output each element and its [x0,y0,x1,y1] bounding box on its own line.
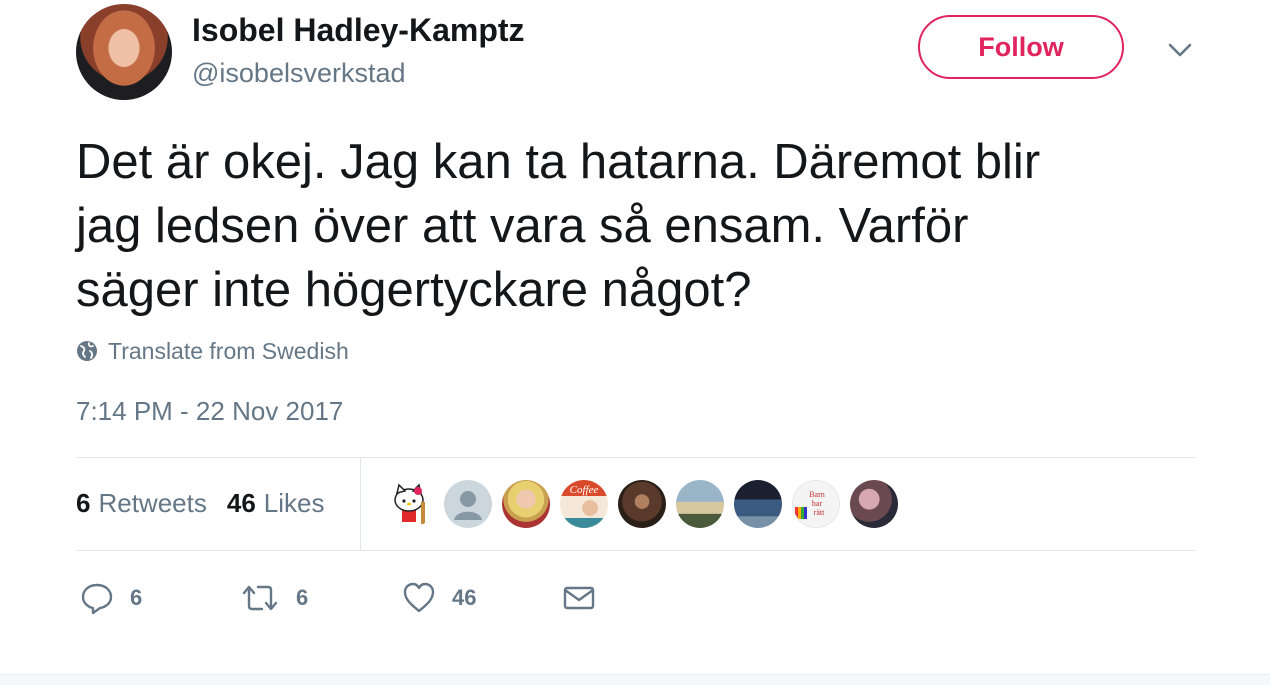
heart-icon [403,582,435,613]
barn-har-ratt-avatar[interactable]: Barn har rätt [792,480,840,528]
tweet-text-line: Det är okej. Jag kan ta hatarna. Däremot… [76,135,1041,189]
retweets-count: 6 [76,487,91,518]
translate-label[interactable]: Translate from Swedish [108,338,349,365]
display-name[interactable]: Isobel Hadley-Kamptz [192,12,525,49]
retweet-icon [242,585,278,611]
user-handle[interactable]: @isobelsverkstad [192,58,406,89]
reply-icon [81,583,113,615]
bearded-man-avatar[interactable] [618,480,666,528]
globe-icon [77,341,97,361]
svg-text:Coffee: Coffee [570,484,599,496]
likes-count: 46 [226,487,256,518]
retweets-label: Retweets [98,487,207,518]
stats-divider [360,458,361,550]
hello-kitty-avatar[interactable] [386,480,434,528]
stats-bar: 6 Retweets 46 Likes [76,486,324,520]
coffee-avatar[interactable]: Coffee [560,480,608,528]
blossom-avatar[interactable] [850,480,898,528]
divider [76,550,1196,551]
tweet-text-line: säger inte högertyckare något? [76,263,752,317]
like-count: 46 [452,585,477,610]
like-button[interactable]: 46 [402,578,476,618]
svg-text:rätt: rätt [814,508,825,517]
divider [76,457,1196,458]
retweets-stat[interactable]: 6 Retweets [76,488,207,519]
default-avatar[interactable] [444,480,492,528]
envelope-icon [563,586,595,610]
follow-button[interactable]: Follow [918,15,1124,79]
direct-message-button[interactable] [562,578,596,618]
bottom-bar [0,674,1270,685]
svg-text:Barn: Barn [809,490,825,499]
retweet-button[interactable]: 6 [240,578,308,618]
timestamp[interactable]: 7:14 PM - 22 Nov 2017 [76,396,343,427]
chevron-down-icon[interactable] [1166,38,1194,62]
feet-avatar[interactable] [734,480,782,528]
profile-avatar[interactable] [76,4,172,100]
woman-blonde-avatar[interactable] [502,480,550,528]
reply-button[interactable]: 6 [80,578,142,618]
likes-label: Likes [263,487,325,518]
retweet-count: 6 [296,585,309,610]
likes-stat[interactable]: 46 Likes [227,488,325,519]
translate-link[interactable]: Translate from Swedish [76,336,349,366]
reply-count: 6 [130,585,143,610]
tweet-text-line: jag ledsen över att vara så ensam. Varfö… [76,199,969,253]
landscape-avatar[interactable] [676,480,724,528]
svg-text:har: har [812,499,823,508]
tweet-text: Det är okej. Jag kan ta hatarna. Däremot… [76,130,1206,322]
